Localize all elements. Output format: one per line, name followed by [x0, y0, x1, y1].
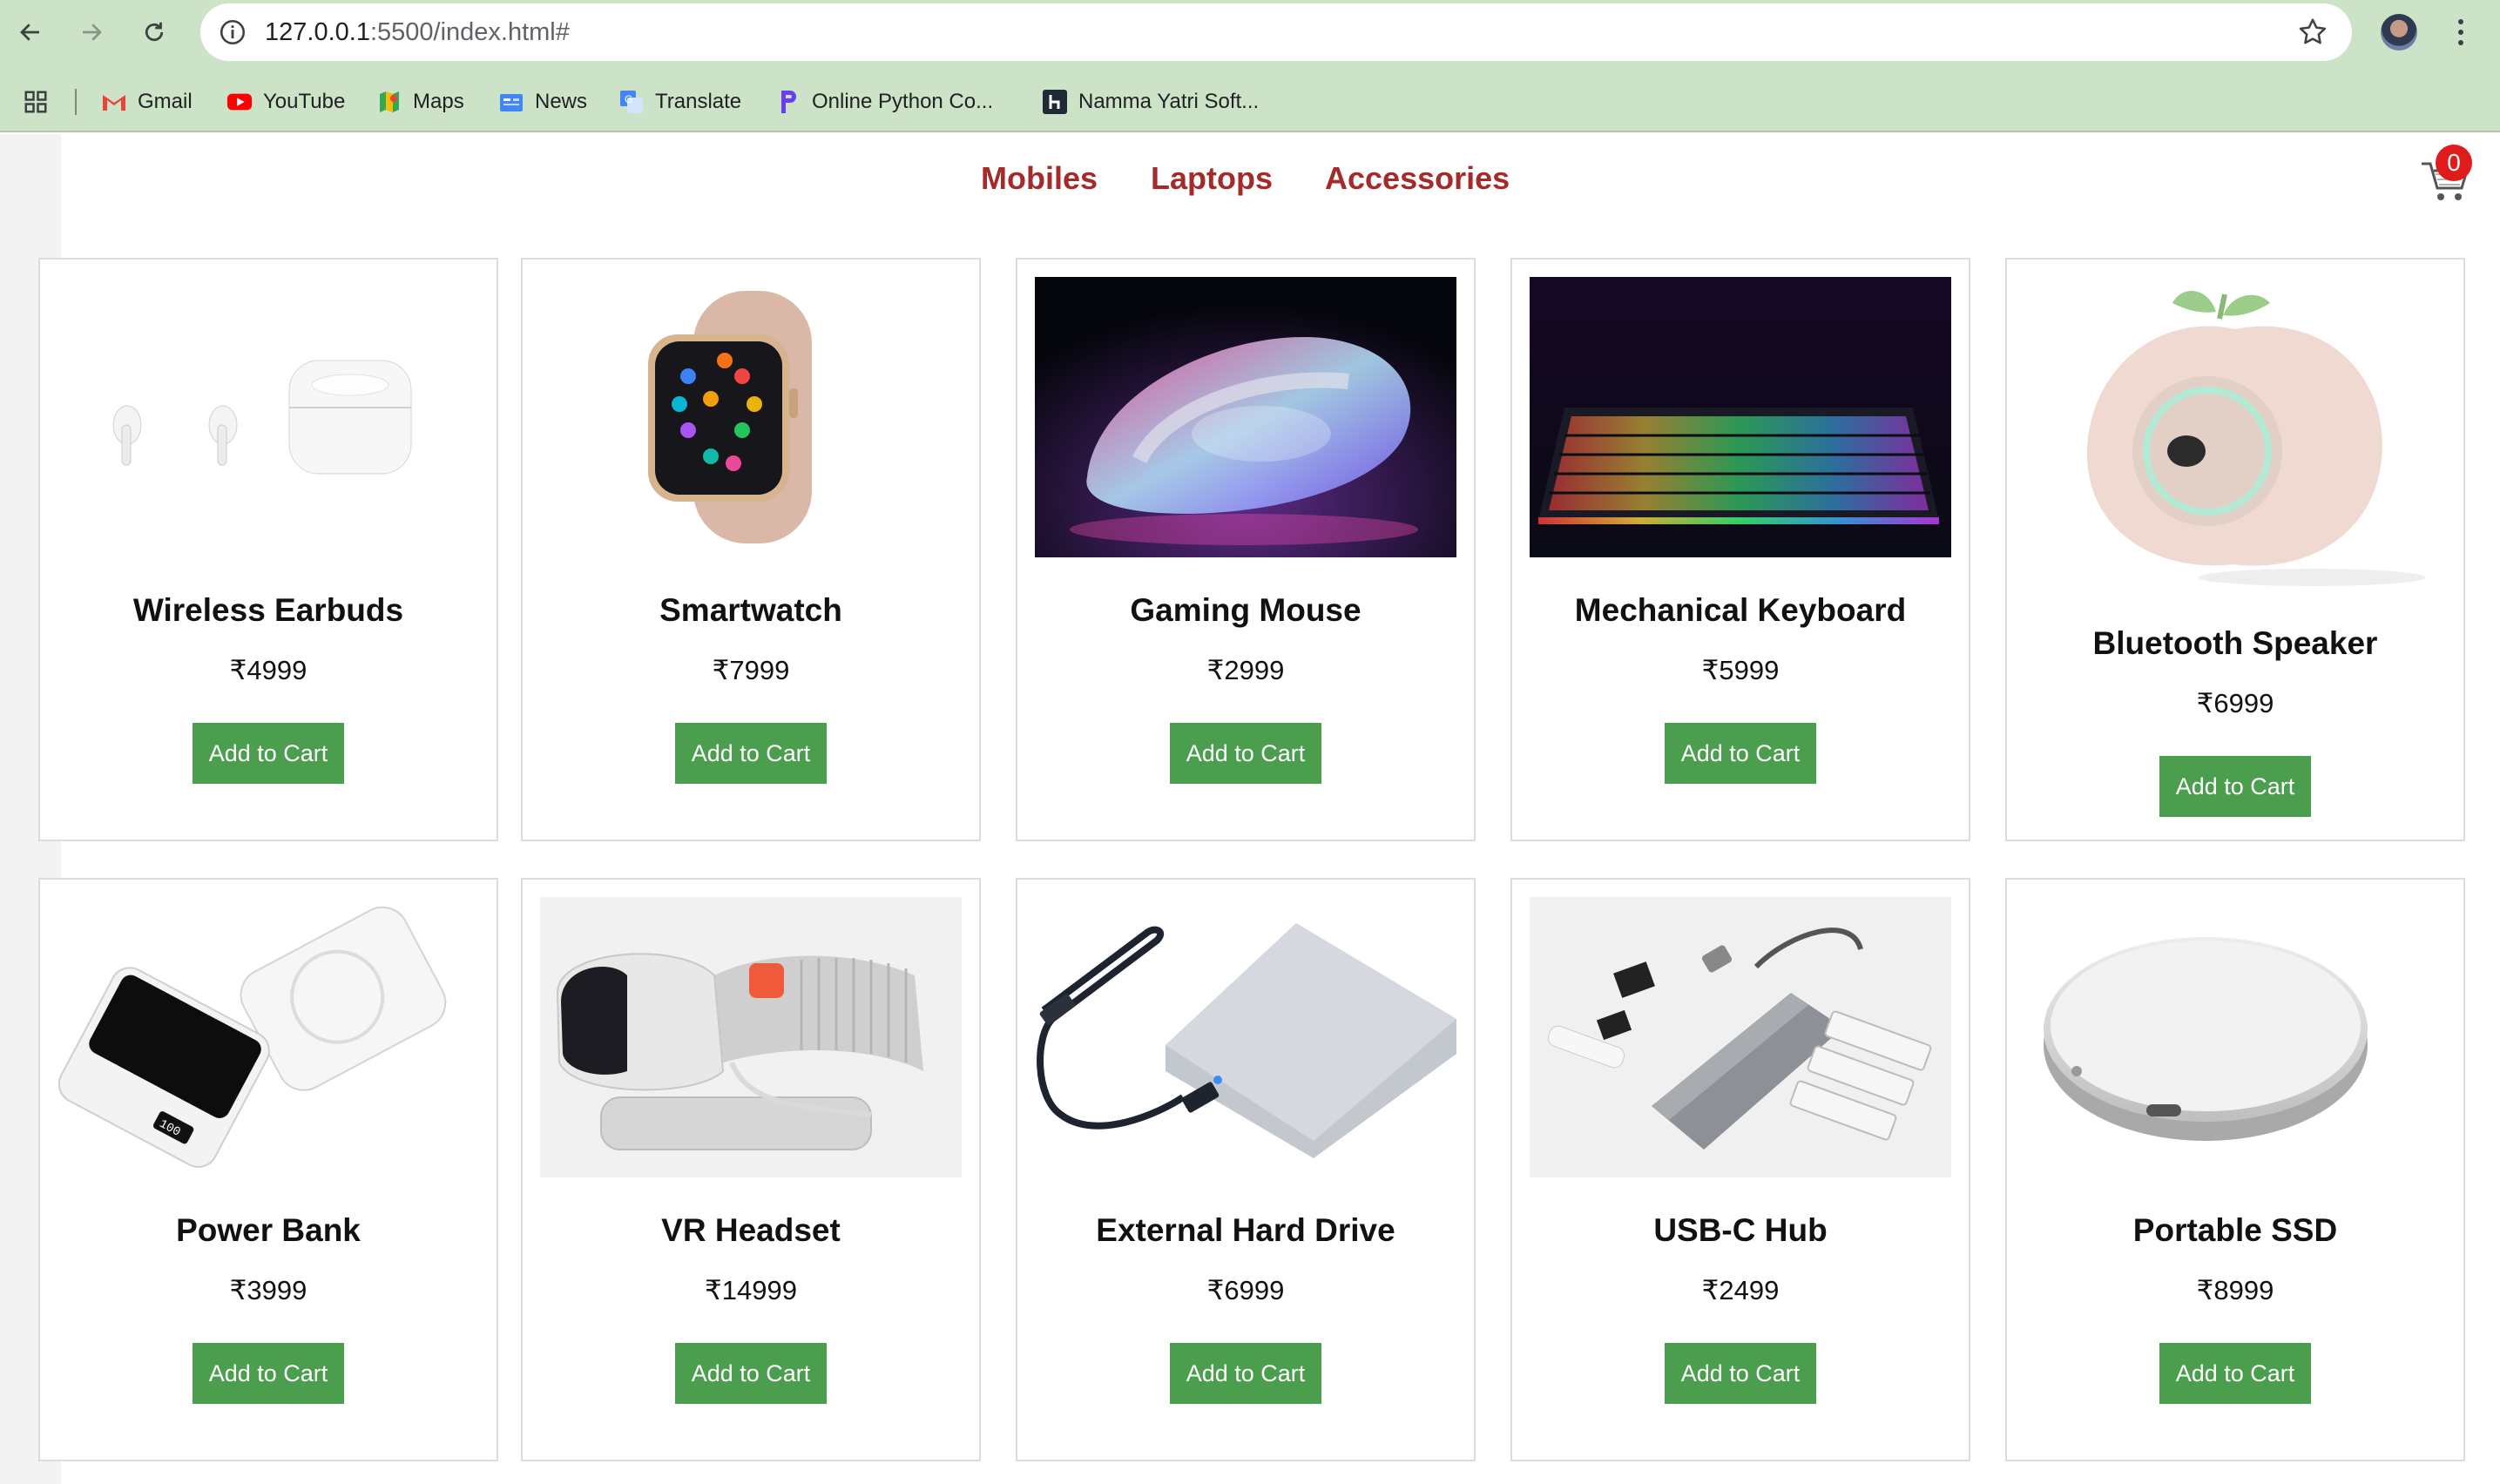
add-to-cart-button[interactable]: Add to Cart [1665, 723, 1816, 784]
product-card: External Hard Drive ₹6999 Add to Cart [1016, 878, 1476, 1461]
product-card: Portable SSD ₹8999 Add to Cart [2005, 878, 2465, 1461]
product-price: ₹7999 [712, 655, 790, 685]
product-image-usb-c-hub [1530, 897, 1951, 1177]
product-name: Wireless Earbuds [132, 592, 404, 628]
product-name: Portable SSD [2132, 1212, 2338, 1248]
product-price: ₹4999 [229, 655, 307, 685]
hackerrank-icon [1042, 89, 1068, 115]
product-card: Gaming Mouse ₹2999 Add to Cart [1016, 258, 1476, 841]
product-card: USB-C Hub ₹2499 Add to Cart [1510, 878, 1970, 1461]
svg-text:G: G [625, 93, 632, 105]
add-to-cart-button[interactable]: Add to Cart [2159, 1343, 2311, 1404]
product-card: Smartwatch ₹7999 Add to Cart [521, 258, 981, 841]
profile-avatar[interactable] [2381, 14, 2417, 51]
back-arrow-icon[interactable] [10, 12, 51, 52]
gmail-icon [101, 89, 127, 115]
bookmark-gmail[interactable]: Gmail [101, 82, 193, 122]
bookmark-maps[interactable]: Maps [376, 82, 464, 122]
bookmark-youtube[interactable]: YouTube [226, 82, 345, 122]
news-icon [498, 89, 524, 115]
forward-arrow-icon[interactable] [71, 12, 111, 52]
product-name: Bluetooth Speaker [2092, 625, 2378, 661]
product-image-earbuds [57, 277, 479, 557]
maps-icon [376, 89, 402, 115]
url-path: :5500/index.html# [369, 18, 570, 46]
product-price: ₹2999 [1206, 655, 1285, 685]
bookmark-namma-yatri[interactable]: Namma Yatri Soft... [1042, 82, 1259, 122]
product-image-vr-headset [540, 897, 962, 1177]
bookmarks-divider [75, 89, 77, 115]
bookmark-label: Maps [413, 90, 464, 113]
product-price: ₹5999 [1701, 655, 1780, 685]
add-to-cart-button[interactable]: Add to Cart [193, 723, 344, 784]
bookmark-label: News [535, 90, 588, 113]
bookmark-star-icon[interactable] [2296, 16, 2329, 49]
product-card: Bluetooth Speaker ₹6999 Add to Cart [2005, 258, 2465, 841]
product-name: Gaming Mouse [1130, 592, 1361, 628]
site-info-icon[interactable] [218, 17, 247, 47]
python-icon [775, 89, 801, 115]
bookmark-label: Namma Yatri Soft... [1078, 90, 1260, 113]
product-price: ₹14999 [705, 1275, 797, 1305]
product-name: Power Bank [176, 1212, 361, 1248]
page-content: Mobiles Laptops Accessories 0 Wireless E… [0, 134, 2500, 1484]
add-to-cart-button[interactable]: Add to Cart [1665, 1343, 1816, 1404]
url-text: 127.0.0.1:5500/index.html# [265, 18, 570, 47]
apps-grid-icon[interactable] [23, 82, 49, 122]
product-image-gaming-mouse [1035, 277, 1456, 557]
reload-icon[interactable] [134, 12, 174, 52]
product-image-power-bank: 100 [57, 897, 479, 1177]
browser-menu-icon[interactable] [2448, 12, 2474, 52]
product-name: Smartwatch [659, 592, 842, 628]
product-image-smartwatch [540, 277, 962, 557]
nav-link-mobiles[interactable]: Mobiles [981, 160, 1098, 197]
add-to-cart-button[interactable]: Add to Cart [675, 723, 827, 784]
product-price: ₹3999 [229, 1275, 307, 1305]
add-to-cart-button[interactable]: Add to Cart [193, 1343, 344, 1404]
add-to-cart-button[interactable]: Add to Cart [675, 1343, 827, 1404]
translate-icon: G [618, 89, 645, 115]
bookmark-translate[interactable]: G Translate [618, 82, 741, 122]
product-price: ₹8999 [2196, 1275, 2274, 1305]
add-to-cart-button[interactable]: Add to Cart [1170, 723, 1321, 784]
bookmarks-bar: Gmail YouTube Maps News G Translate Onli… [0, 82, 2500, 122]
nav-link-accessories[interactable]: Accessories [1325, 160, 1510, 197]
product-card: Mechanical Keyboard ₹5999 Add to Cart [1510, 258, 1970, 841]
product-card: 100 Power Bank ₹3999 Add to Cart [38, 878, 498, 1461]
add-to-cart-button[interactable]: Add to Cart [2159, 756, 2311, 817]
product-price: ₹6999 [2196, 688, 2274, 718]
product-name: USB-C Hub [1653, 1212, 1828, 1248]
product-image-bluetooth-speaker [2024, 277, 2446, 592]
cart-count-badge: 0 [2436, 145, 2472, 181]
bookmark-news[interactable]: News [498, 82, 587, 122]
product-name: VR Headset [661, 1212, 841, 1248]
product-card: Wireless Earbuds ₹4999 Add to Cart [38, 258, 498, 841]
product-image-portable-ssd [2024, 897, 2446, 1177]
product-price: ₹2499 [1701, 1275, 1780, 1305]
address-bar[interactable]: 127.0.0.1:5500/index.html# [200, 3, 2352, 61]
youtube-icon [226, 89, 253, 115]
product-image-external-hard-drive [1035, 897, 1456, 1177]
bookmark-online-python[interactable]: Online Python Co... [775, 82, 993, 122]
bookmark-label: Online Python Co... [812, 90, 994, 113]
bookmark-label: Gmail [138, 90, 193, 113]
browser-chrome: 127.0.0.1:5500/index.html# Gmail YouTube… [0, 0, 2500, 132]
product-name: Mechanical Keyboard [1574, 592, 1907, 628]
url-host: 127.0.0.1 [265, 18, 370, 46]
product-image-mechanical-keyboard [1530, 277, 1951, 557]
product-card: VR Headset ₹14999 Add to Cart [521, 878, 981, 1461]
bookmark-label: Translate [655, 90, 742, 113]
nav-link-laptops[interactable]: Laptops [1151, 160, 1273, 197]
add-to-cart-button[interactable]: Add to Cart [1170, 1343, 1321, 1404]
product-name: External Hard Drive [1096, 1212, 1395, 1248]
bookmark-label: YouTube [263, 90, 346, 113]
product-price: ₹6999 [1206, 1275, 1285, 1305]
category-nav: Mobiles Laptops Accessories [0, 160, 2500, 212]
